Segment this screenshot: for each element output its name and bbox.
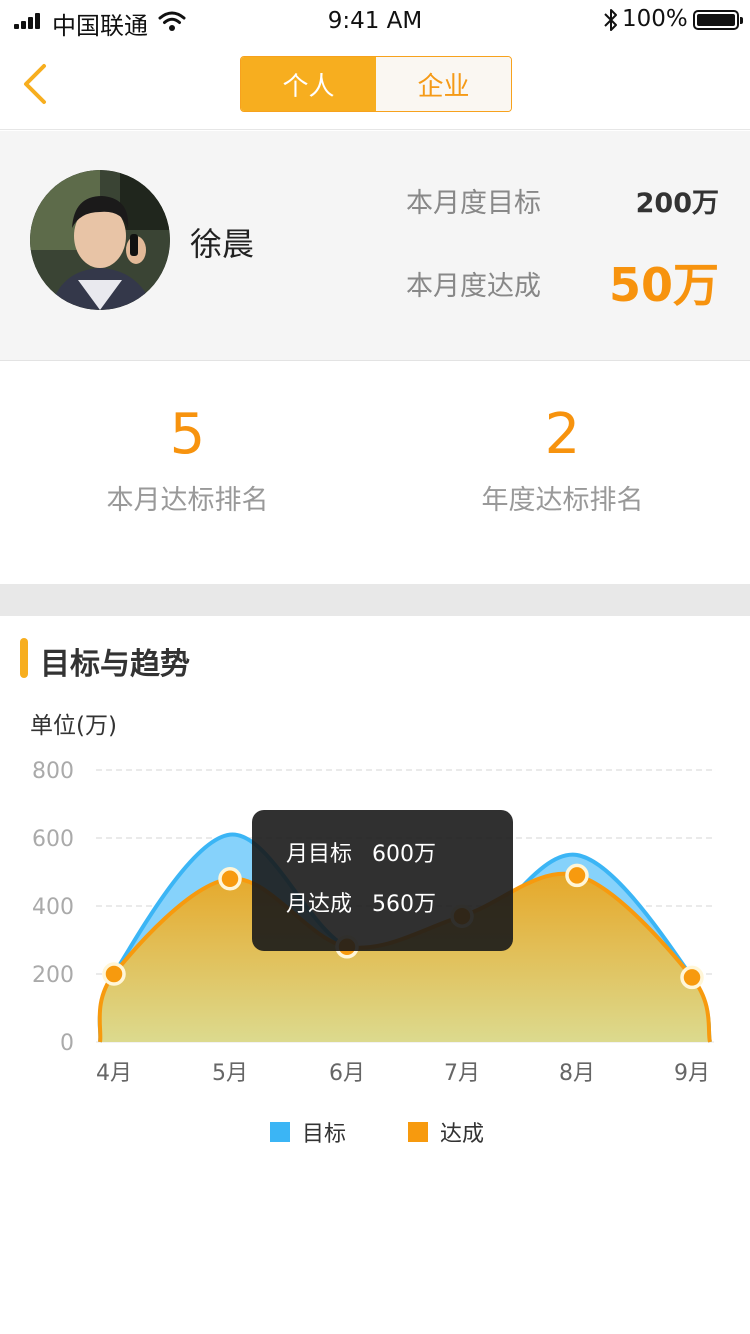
user-name: 徐晨 [190, 225, 255, 263]
y-tick-label: 800 [32, 759, 74, 784]
nav-bar: 个人 企业 [0, 40, 750, 130]
x-tick-label: 8月 [559, 1061, 595, 1086]
tab-personal[interactable]: 个人 [241, 57, 376, 111]
legend-achieved-label: 达成 [440, 1122, 485, 1147]
yearly-rank-label: 年度达标排名 [481, 485, 644, 516]
achieved-point[interactable] [680, 965, 704, 990]
x-tick-label: 7月 [444, 1061, 480, 1086]
legend-target-swatch [270, 1122, 290, 1142]
monthly-target-value: 200万 [635, 188, 719, 219]
tooltip-target-value: 600万 [372, 842, 437, 867]
monthly-achieved-value: 50万 [608, 258, 719, 312]
avatar[interactable] [30, 170, 170, 310]
x-tick-label: 9月 [674, 1061, 710, 1086]
battery-icon [693, 10, 743, 30]
monthly-rank-value: 5 [169, 402, 206, 467]
section-divider [0, 584, 750, 616]
monthly-rank: 5 本月达标排名 [0, 362, 375, 584]
chart-unit-label: 单位(万) [30, 713, 117, 739]
yearly-rank: 2 年度达标排名 [375, 362, 750, 584]
achieved-point[interactable] [565, 863, 589, 888]
x-tick-label: 4月 [96, 1061, 132, 1086]
status-bar: 中国联通 9:41 AM 100% [0, 0, 750, 40]
achieved-point[interactable] [218, 867, 242, 891]
profile-card: 徐晨 本月度目标 200万 本月度达成 50万 [0, 131, 750, 361]
y-tick-label: 0 [60, 1031, 74, 1056]
chart-tooltip: 月目标 600万 月达成 560万 [252, 810, 513, 951]
tooltip-target-row: 月目标 600万 [286, 836, 436, 868]
legend-achieved-swatch [408, 1122, 428, 1142]
monthly-target-label: 本月度目标 [406, 188, 541, 219]
section-accent-bar [20, 638, 28, 678]
section-title: 目标与趋势 [40, 647, 190, 682]
battery-percent: 100% [622, 6, 688, 32]
legend-achieved[interactable]: 达成 [408, 1116, 484, 1148]
tooltip-achieved-row: 月达成 560万 [286, 886, 436, 918]
tooltip-target-label: 月目标 [286, 842, 353, 867]
legend-target[interactable]: 目标 [270, 1116, 346, 1148]
achieved-point[interactable] [102, 962, 126, 986]
tooltip-achieved-value: 560万 [372, 892, 437, 917]
y-tick-label: 600 [32, 827, 74, 852]
chevron-left-icon[interactable] [18, 62, 54, 106]
x-tick-label: 6月 [329, 1061, 365, 1086]
chart-legend: 目标 达成 [0, 1116, 750, 1148]
tab-enterprise[interactable]: 企业 [376, 57, 511, 111]
x-tick-label: 5月 [212, 1061, 248, 1086]
yearly-rank-value: 2 [544, 402, 581, 467]
legend-target-label: 目标 [302, 1122, 347, 1147]
monthly-rank-label: 本月达标排名 [106, 485, 269, 516]
bluetooth-icon [604, 9, 617, 31]
tooltip-achieved-label: 月达成 [286, 892, 353, 917]
monthly-achieved-label: 本月度达成 [406, 271, 541, 302]
y-tick-label: 200 [32, 963, 74, 988]
segment-control: 个人 企业 [240, 56, 512, 112]
y-tick-label: 400 [32, 895, 74, 920]
